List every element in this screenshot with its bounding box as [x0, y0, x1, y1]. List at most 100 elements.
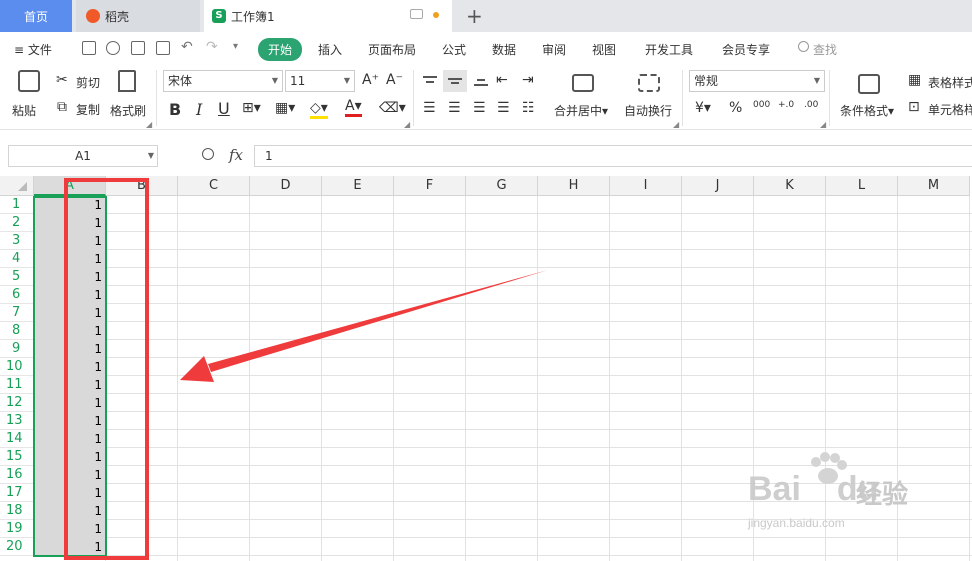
format-painter-icon[interactable] [118, 70, 136, 92]
insert-function-button[interactable]: fx [229, 146, 243, 164]
paste-icon[interactable] [18, 70, 40, 92]
monitor-icon[interactable] [410, 9, 423, 19]
column-header-k[interactable]: K [754, 176, 826, 196]
align-left-icon[interactable]: ☰ [423, 100, 436, 116]
row-header-8[interactable]: 8 [0, 322, 34, 340]
decrease-indent-icon[interactable]: ⇤ [496, 72, 508, 88]
row-header-2[interactable]: 2 [0, 214, 34, 232]
shrink-font-button[interactable]: A⁻ [386, 72, 403, 88]
qat-dropdown-icon[interactable]: ▾ [233, 41, 238, 52]
row-header-5[interactable]: 5 [0, 268, 34, 286]
font-size-select[interactable]: 11 ▼ [285, 70, 355, 92]
row-header-3[interactable]: 3 [0, 232, 34, 250]
row-header-10[interactable]: 10 [0, 358, 34, 376]
print-preview-icon[interactable] [156, 41, 170, 55]
tab-daoke[interactable]: 稻壳 [76, 0, 200, 32]
tab-review[interactable]: 审阅 [542, 41, 566, 58]
conditional-format-icon[interactable] [858, 74, 880, 94]
tab-member[interactable]: 会员专享 [722, 41, 770, 58]
table-style-icon[interactable]: ▦ [908, 72, 921, 88]
zoom-icon[interactable] [202, 148, 214, 160]
export-icon[interactable] [106, 41, 120, 55]
number-launcher-icon[interactable]: ◢ [820, 120, 826, 129]
new-tab-button[interactable]: + [466, 4, 483, 28]
tab-home[interactable]: 首页 [0, 0, 72, 32]
increase-decimal-button[interactable]: +.0 [778, 100, 794, 110]
wrap-text-icon[interactable] [638, 74, 660, 92]
column-header-m[interactable]: M [898, 176, 970, 196]
wrap-text-button[interactable]: 自动换行 [624, 102, 672, 119]
save-icon[interactable] [82, 41, 96, 55]
tab-developer[interactable]: 开发工具 [645, 41, 693, 58]
column-header-f[interactable]: F [394, 176, 466, 196]
row-header-12[interactable]: 12 [0, 394, 34, 412]
conditional-format-button[interactable]: 条件格式▾ [840, 102, 894, 119]
row-header-14[interactable]: 14 [0, 430, 34, 448]
distributed-icon[interactable]: ☷ [522, 100, 535, 116]
undo-icon[interactable]: ↶ [181, 39, 193, 55]
underline-button[interactable]: U [218, 99, 230, 118]
row-header-17[interactable]: 17 [0, 484, 34, 502]
column-header-l[interactable]: L [826, 176, 898, 196]
row-header-13[interactable]: 13 [0, 412, 34, 430]
row-header-6[interactable]: 6 [0, 286, 34, 304]
column-header-e[interactable]: E [322, 176, 394, 196]
cut-button[interactable]: 剪切 [76, 74, 100, 91]
paste-button[interactable]: 粘贴 [12, 102, 36, 119]
name-box[interactable]: A1 ▼ [8, 145, 158, 167]
column-header-c[interactable]: C [178, 176, 250, 196]
select-all-corner[interactable] [0, 176, 34, 196]
clipboard-launcher-icon[interactable]: ◢ [146, 120, 152, 129]
grow-font-button[interactable]: A⁺ [362, 72, 379, 88]
align-right-icon[interactable]: ☰ [473, 100, 486, 116]
tab-insert[interactable]: 插入 [318, 41, 342, 58]
font-name-select[interactable]: 宋体 ▼ [163, 70, 283, 92]
alignment-launcher-icon[interactable]: ◢ [673, 120, 679, 129]
bold-button[interactable]: B [169, 100, 181, 119]
column-header-d[interactable]: D [250, 176, 322, 196]
font-launcher-icon[interactable]: ◢ [404, 120, 410, 129]
increase-indent-icon[interactable]: ⇥ [522, 72, 534, 88]
currency-button[interactable]: ¥▾ [695, 100, 711, 116]
row-header-9[interactable]: 9 [0, 340, 34, 358]
tab-start[interactable]: 开始 [258, 38, 303, 61]
row-header-18[interactable]: 18 [0, 502, 34, 520]
row-header-4[interactable]: 4 [0, 250, 34, 268]
italic-button[interactable]: I [196, 100, 202, 119]
redo-icon[interactable]: ↷ [206, 39, 218, 55]
merge-center-button[interactable]: 合并居中▾ [554, 102, 608, 119]
tab-formulas[interactable]: 公式 [442, 41, 466, 58]
thousands-button[interactable]: 000 [753, 100, 770, 110]
tab-data[interactable]: 数据 [492, 41, 516, 58]
row-header-16[interactable]: 16 [0, 466, 34, 484]
copy-button[interactable]: 复制 [76, 101, 100, 118]
row-header-15[interactable]: 15 [0, 448, 34, 466]
copy-icon[interactable]: ⧉ [57, 99, 67, 115]
column-header-j[interactable]: J [682, 176, 754, 196]
decrease-decimal-button[interactable]: .00 [804, 100, 818, 110]
eraser-icon[interactable]: ⌫▾ [379, 100, 406, 116]
font-color-button[interactable]: A▾ [345, 98, 362, 117]
cell-style-button[interactable]: 单元格样式 [928, 101, 972, 118]
tab-page-layout[interactable]: 页面布局 [368, 41, 416, 58]
cell-format-icon[interactable]: ▦▾ [275, 100, 295, 116]
number-format-select[interactable]: 常规 ▼ [689, 70, 825, 92]
file-menu[interactable]: ≡ 文件 [14, 41, 52, 58]
row-header-1[interactable]: 1 [0, 196, 34, 214]
print-icon[interactable] [131, 41, 145, 55]
tab-view[interactable]: 视图 [592, 41, 616, 58]
column-header-h[interactable]: H [538, 176, 610, 196]
row-header-19[interactable]: 19 [0, 520, 34, 538]
scissors-icon[interactable]: ✂ [56, 72, 68, 88]
row-header-7[interactable]: 7 [0, 304, 34, 322]
table-style-button[interactable]: 表格样式 [928, 74, 972, 91]
align-center-icon[interactable]: ☰ [448, 100, 461, 116]
align-middle-icon[interactable] [443, 70, 467, 92]
cell-style-icon[interactable]: ⊡ [908, 99, 920, 115]
row-header-11[interactable]: 11 [0, 376, 34, 394]
formula-input[interactable]: 1 [254, 145, 972, 167]
fill-color-icon[interactable]: ◇▾ [310, 100, 328, 119]
merge-center-icon[interactable] [572, 74, 594, 92]
percent-button[interactable]: % [729, 100, 742, 116]
row-header-20[interactable]: 20 [0, 538, 34, 556]
